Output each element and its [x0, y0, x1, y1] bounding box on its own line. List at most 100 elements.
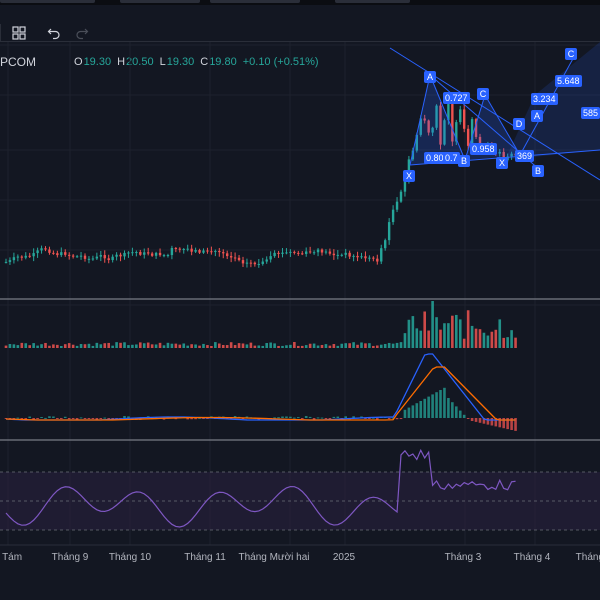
- candle-body: [384, 240, 387, 249]
- pattern-point-label[interactable]: C: [565, 48, 577, 60]
- volume-bar: [206, 345, 209, 348]
- volume-bar: [451, 315, 454, 348]
- candle-body: [293, 251, 296, 253]
- candle-body: [233, 257, 237, 259]
- pattern-point-label[interactable]: X: [496, 157, 508, 169]
- candle-body: [186, 248, 189, 250]
- candle-body: [135, 251, 138, 253]
- candle-body: [269, 256, 272, 260]
- volume-bar: [316, 345, 320, 348]
- volume-bar: [127, 345, 130, 348]
- volume-bar: [218, 343, 221, 348]
- candle-body: [253, 262, 257, 265]
- candle-body: [289, 251, 292, 253]
- candle-body: [463, 109, 466, 129]
- signal-line: [5, 366, 516, 421]
- macd-histogram-bar: [75, 418, 79, 420]
- pattern-point-label[interactable]: A: [531, 110, 543, 122]
- macd-histogram-bar: [91, 418, 95, 420]
- macd-histogram-bar: [344, 416, 347, 418]
- candle-body: [249, 262, 253, 264]
- pattern-ratio-label[interactable]: 0.727: [443, 92, 470, 104]
- candle-body: [147, 252, 150, 254]
- candle-body: [245, 262, 249, 264]
- volume-bar: [300, 345, 304, 348]
- volume-bar: [427, 330, 430, 348]
- pattern-point-label[interactable]: B: [532, 165, 544, 177]
- volume-bar: [474, 328, 478, 348]
- candle-body: [119, 254, 122, 257]
- pattern-ratio-label[interactable]: 3.234: [531, 93, 558, 105]
- volume-bar: [257, 345, 261, 348]
- candle-body: [68, 254, 71, 256]
- volume-bar: [131, 344, 134, 348]
- pattern-ratio-label[interactable]: 0.958: [470, 143, 497, 155]
- macd-histogram-bar: [36, 418, 39, 419]
- pattern-ratio-label[interactable]: 5.648: [555, 75, 582, 87]
- candle-body: [150, 253, 154, 256]
- macd-histogram-bar: [458, 410, 462, 418]
- pattern-ratio-label[interactable]: 369: [515, 150, 535, 162]
- pattern-point-label[interactable]: X: [403, 170, 415, 182]
- macd-histogram-bar: [297, 417, 300, 419]
- volume-bar: [376, 345, 379, 348]
- macd-histogram-bar: [435, 392, 438, 418]
- candle-body: [360, 256, 363, 258]
- volume-bar: [56, 344, 59, 348]
- pattern-point-label[interactable]: A: [424, 71, 436, 83]
- volume-bar: [60, 345, 63, 348]
- volume-bar: [336, 345, 340, 348]
- candle-body: [24, 255, 27, 258]
- candle-body: [131, 252, 134, 254]
- candle-body: [194, 250, 197, 252]
- macd-histogram-bar: [308, 416, 312, 418]
- candle-body: [229, 256, 233, 258]
- candle-body: [281, 252, 284, 254]
- macd-histogram-bar: [52, 416, 55, 418]
- volume-bar: [281, 345, 284, 348]
- time-axis-label: Tháng 11: [184, 552, 226, 563]
- volume-bar: [52, 344, 55, 348]
- volume-bar: [285, 345, 288, 348]
- volume-bar: [36, 345, 39, 348]
- volume-bar: [221, 345, 225, 348]
- candle-body: [202, 250, 205, 253]
- pattern-ratio-label[interactable]: 585: [581, 107, 600, 119]
- volume-bar: [372, 345, 375, 348]
- volume-bar: [44, 342, 47, 348]
- pattern-ratio-label[interactable]: 0.7: [443, 152, 460, 164]
- volume-bar: [142, 343, 146, 348]
- candle-body: [103, 255, 106, 259]
- candle-body: [376, 258, 379, 262]
- macd-histogram-bar: [324, 418, 328, 419]
- candle-body: [174, 248, 178, 249]
- pattern-point-label[interactable]: B: [458, 155, 470, 167]
- pattern-point-label[interactable]: D: [513, 118, 525, 130]
- time-axis-label: Tháng 4: [513, 552, 551, 563]
- macd-histogram-bar: [277, 417, 280, 419]
- candle-body: [8, 260, 12, 262]
- price-chart-canvas[interactable]: [0, 0, 600, 600]
- volume-bar: [115, 342, 118, 348]
- volume-bar: [395, 342, 399, 348]
- volume-bar: [261, 345, 265, 348]
- candle-body: [139, 251, 142, 255]
- volume-bar: [439, 329, 442, 348]
- volume-bar: [170, 343, 174, 348]
- volume-bar: [83, 344, 87, 348]
- volume-bar: [146, 342, 150, 348]
- candle-body: [237, 257, 241, 261]
- macd-histogram-bar: [462, 414, 466, 418]
- candle-body: [99, 255, 102, 257]
- candle-body: [316, 249, 320, 253]
- pattern-point-label[interactable]: C: [477, 88, 489, 100]
- candle-body: [257, 263, 260, 265]
- candle-body: [32, 253, 35, 257]
- volume-bar: [20, 342, 24, 348]
- candle-body: [166, 255, 170, 257]
- volume-bar: [95, 342, 99, 348]
- candle-body: [16, 256, 20, 258]
- macd-histogram-bar: [336, 416, 340, 418]
- candle-body: [28, 255, 31, 257]
- candle-body: [466, 128, 470, 146]
